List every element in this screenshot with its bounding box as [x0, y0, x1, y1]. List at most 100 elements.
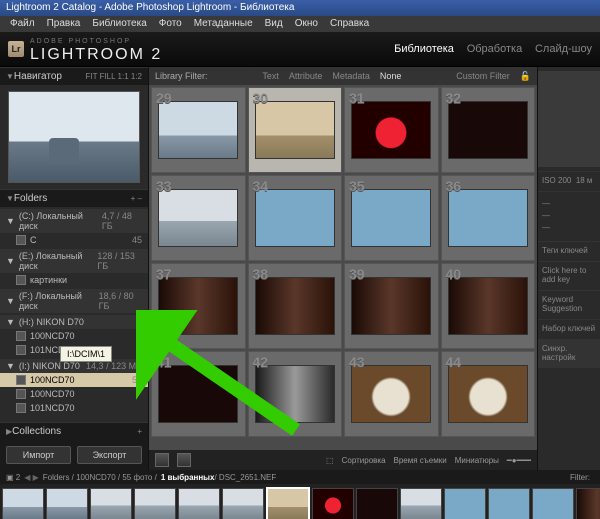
keyword-tags-header[interactable]: Теги ключей	[538, 241, 600, 261]
navigator-header[interactable]: ▼ Навигатор FIT FILL 1:1 1:2	[0, 67, 148, 85]
lock-icon[interactable]: 🔓	[520, 71, 531, 82]
filter-label: Filter:	[570, 473, 590, 482]
module-develop[interactable]: Обработка	[467, 43, 522, 55]
menu-item[interactable]: Правка	[41, 16, 87, 32]
content-area: Library Filter: Text Attribute Metadata …	[149, 67, 537, 470]
filmstrip[interactable]	[0, 484, 600, 519]
grid-cell[interactable]: 42	[248, 351, 343, 437]
plus-minus-icon[interactable]: + –	[131, 194, 142, 203]
filmstrip-cell[interactable]	[134, 488, 176, 519]
status-selection: 1 выбранных	[161, 473, 215, 482]
keyword-suggestions-header[interactable]: Keyword Suggestion	[538, 290, 600, 319]
menubar: Файл Правка Библиотека Фото Метаданные В…	[0, 16, 600, 32]
right-panel: ISO 200 18 м ——— Теги ключей Click here …	[537, 67, 600, 470]
custom-filter-dropdown[interactable]: Custom Filter	[456, 71, 510, 81]
library-filter-label: Library Filter:	[155, 71, 208, 81]
folder-row[interactable]: 101NCD70	[0, 401, 148, 415]
histogram	[538, 71, 600, 167]
keyword-set-header[interactable]: Набор ключей	[538, 319, 600, 339]
brand-bar: Lr ADOBE PHOTOSHOP LIGHTROOM 2 Библиотек…	[0, 32, 600, 67]
grid-view-icon[interactable]	[155, 453, 169, 467]
grid-cell[interactable]: 44	[441, 351, 536, 437]
thumbnails-label: Миниатюры	[455, 456, 499, 465]
sort-dropdown[interactable]: Время съемки	[394, 456, 447, 465]
collections-header[interactable]: ▶ Collections +	[0, 422, 148, 440]
grid-cell[interactable]: 34	[248, 175, 343, 261]
plus-icon[interactable]: +	[137, 427, 142, 436]
disk-row[interactable]: ▼(H:) NIKON D70	[0, 315, 148, 329]
filter-tab-attribute[interactable]: Attribute	[289, 71, 323, 81]
folders-header[interactable]: ▼ Folders + –	[0, 189, 148, 207]
module-slideshow[interactable]: Слайд-шоу	[535, 43, 592, 55]
filmstrip-cell[interactable]	[2, 488, 44, 519]
folder-row[interactable]: C45	[0, 233, 148, 247]
grid-cell[interactable]: 31	[344, 87, 439, 173]
menu-item[interactable]: Метаданные	[188, 16, 259, 32]
grid-cell[interactable]: 36	[441, 175, 536, 261]
status-path: Folders / 100NCD70 / 55 фото /	[43, 473, 157, 482]
filmstrip-cell[interactable]	[222, 488, 264, 519]
disk-row[interactable]: ▼(F:) Локальный диск18,6 / 80 ГБ	[0, 289, 148, 313]
keyword-hint[interactable]: Click here to add key	[538, 261, 600, 290]
folder-row[interactable]: 100NCD7055	[0, 373, 148, 387]
filmstrip-cell[interactable]	[488, 488, 530, 519]
filmstrip-cell[interactable]	[312, 488, 354, 519]
grid-cell[interactable]: 29	[151, 87, 246, 173]
filter-tab-none[interactable]: None	[380, 71, 402, 81]
filmstrip-cell[interactable]	[46, 488, 88, 519]
module-library[interactable]: Библиотека	[394, 43, 454, 55]
grid-cell[interactable]: 40	[441, 263, 536, 349]
grid-toolbar: ⬚ Сортировка Время съемки Миниатюры ━●━━…	[149, 450, 537, 470]
menu-item[interactable]: Окно	[289, 16, 324, 32]
export-button[interactable]: Экспорт	[77, 446, 142, 464]
filmstrip-cell[interactable]	[178, 488, 220, 519]
chevron-down-icon: ▼	[6, 72, 14, 81]
brand-small: ADOBE PHOTOSHOP	[30, 38, 131, 45]
menu-item[interactable]: Библиотека	[86, 16, 152, 32]
loupe-view-icon[interactable]	[177, 453, 191, 467]
menu-item[interactable]: Справка	[324, 16, 375, 32]
grid-cell[interactable]: 32	[441, 87, 536, 173]
status-bar: ▣ 2 ◀ ▶ Folders / 100NCD70 / 55 фото / 1…	[0, 470, 600, 484]
filter-tab-text[interactable]: Text	[262, 71, 279, 81]
filmstrip-cell[interactable]	[356, 488, 398, 519]
filmstrip-cell[interactable]	[90, 488, 132, 519]
import-button[interactable]: Импорт	[6, 446, 71, 464]
disk-row[interactable]: ▼(E:) Локальный диск128 / 153 ГБ	[0, 249, 148, 273]
folders-tree: ▼(C:) Локальный диск4,7 / 48 ГБC45 ▼(E:) …	[0, 207, 148, 422]
quick-develop-panel[interactable]: ———	[538, 191, 600, 241]
grid-cell[interactable]: 37	[151, 263, 246, 349]
menu-item[interactable]: Фото	[153, 16, 188, 32]
exif-summary: ISO 200 18 м	[538, 171, 600, 191]
disk-row[interactable]: ▼(C:) Локальный диск4,7 / 48 ГБ	[0, 209, 148, 233]
folder-row[interactable]: 100NCD70	[0, 387, 148, 401]
folder-row[interactable]: 100NCD70	[0, 329, 148, 343]
grid-cell[interactable]: 30	[248, 87, 343, 173]
sync-settings-button[interactable]: Синхр. настройк	[538, 339, 600, 368]
grid-cell[interactable]: 33	[151, 175, 246, 261]
left-panel: ▼ Навигатор FIT FILL 1:1 1:2 ▼ Folders +…	[0, 67, 149, 470]
navigator-preview[interactable]	[8, 91, 140, 183]
window-titlebar: Lightroom 2 Catalog - Adobe Photoshop Li…	[0, 0, 600, 16]
path-tooltip: I:\DCIM\1	[60, 346, 112, 362]
collections-title: Collections	[12, 426, 61, 437]
grid-cell[interactable]: 35	[344, 175, 439, 261]
folder-row[interactable]: картинки	[0, 273, 148, 287]
navigator-title: Навигатор	[14, 71, 62, 82]
grid-cell[interactable]: 38	[248, 263, 343, 349]
filmstrip-cell[interactable]	[400, 488, 442, 519]
filter-tab-metadata[interactable]: Metadata	[332, 71, 370, 81]
painter-icon[interactable]: ⬚	[326, 456, 334, 465]
sort-label: Сортировка	[342, 456, 386, 465]
menu-item[interactable]: Вид	[259, 16, 289, 32]
filmstrip-cell[interactable]	[444, 488, 486, 519]
grid-cell[interactable]: 39	[344, 263, 439, 349]
filmstrip-cell[interactable]	[532, 488, 574, 519]
thumbnail-size-slider[interactable]: ━●━━━	[507, 456, 531, 465]
grid-cell[interactable]: 41	[151, 351, 246, 437]
filmstrip-cell[interactable]	[576, 488, 600, 519]
filmstrip-cell[interactable]	[266, 487, 310, 519]
menu-item[interactable]: Файл	[4, 16, 41, 32]
grid-cell[interactable]: 43	[344, 351, 439, 437]
second-window-icon[interactable]: ▣ 2	[6, 473, 20, 482]
